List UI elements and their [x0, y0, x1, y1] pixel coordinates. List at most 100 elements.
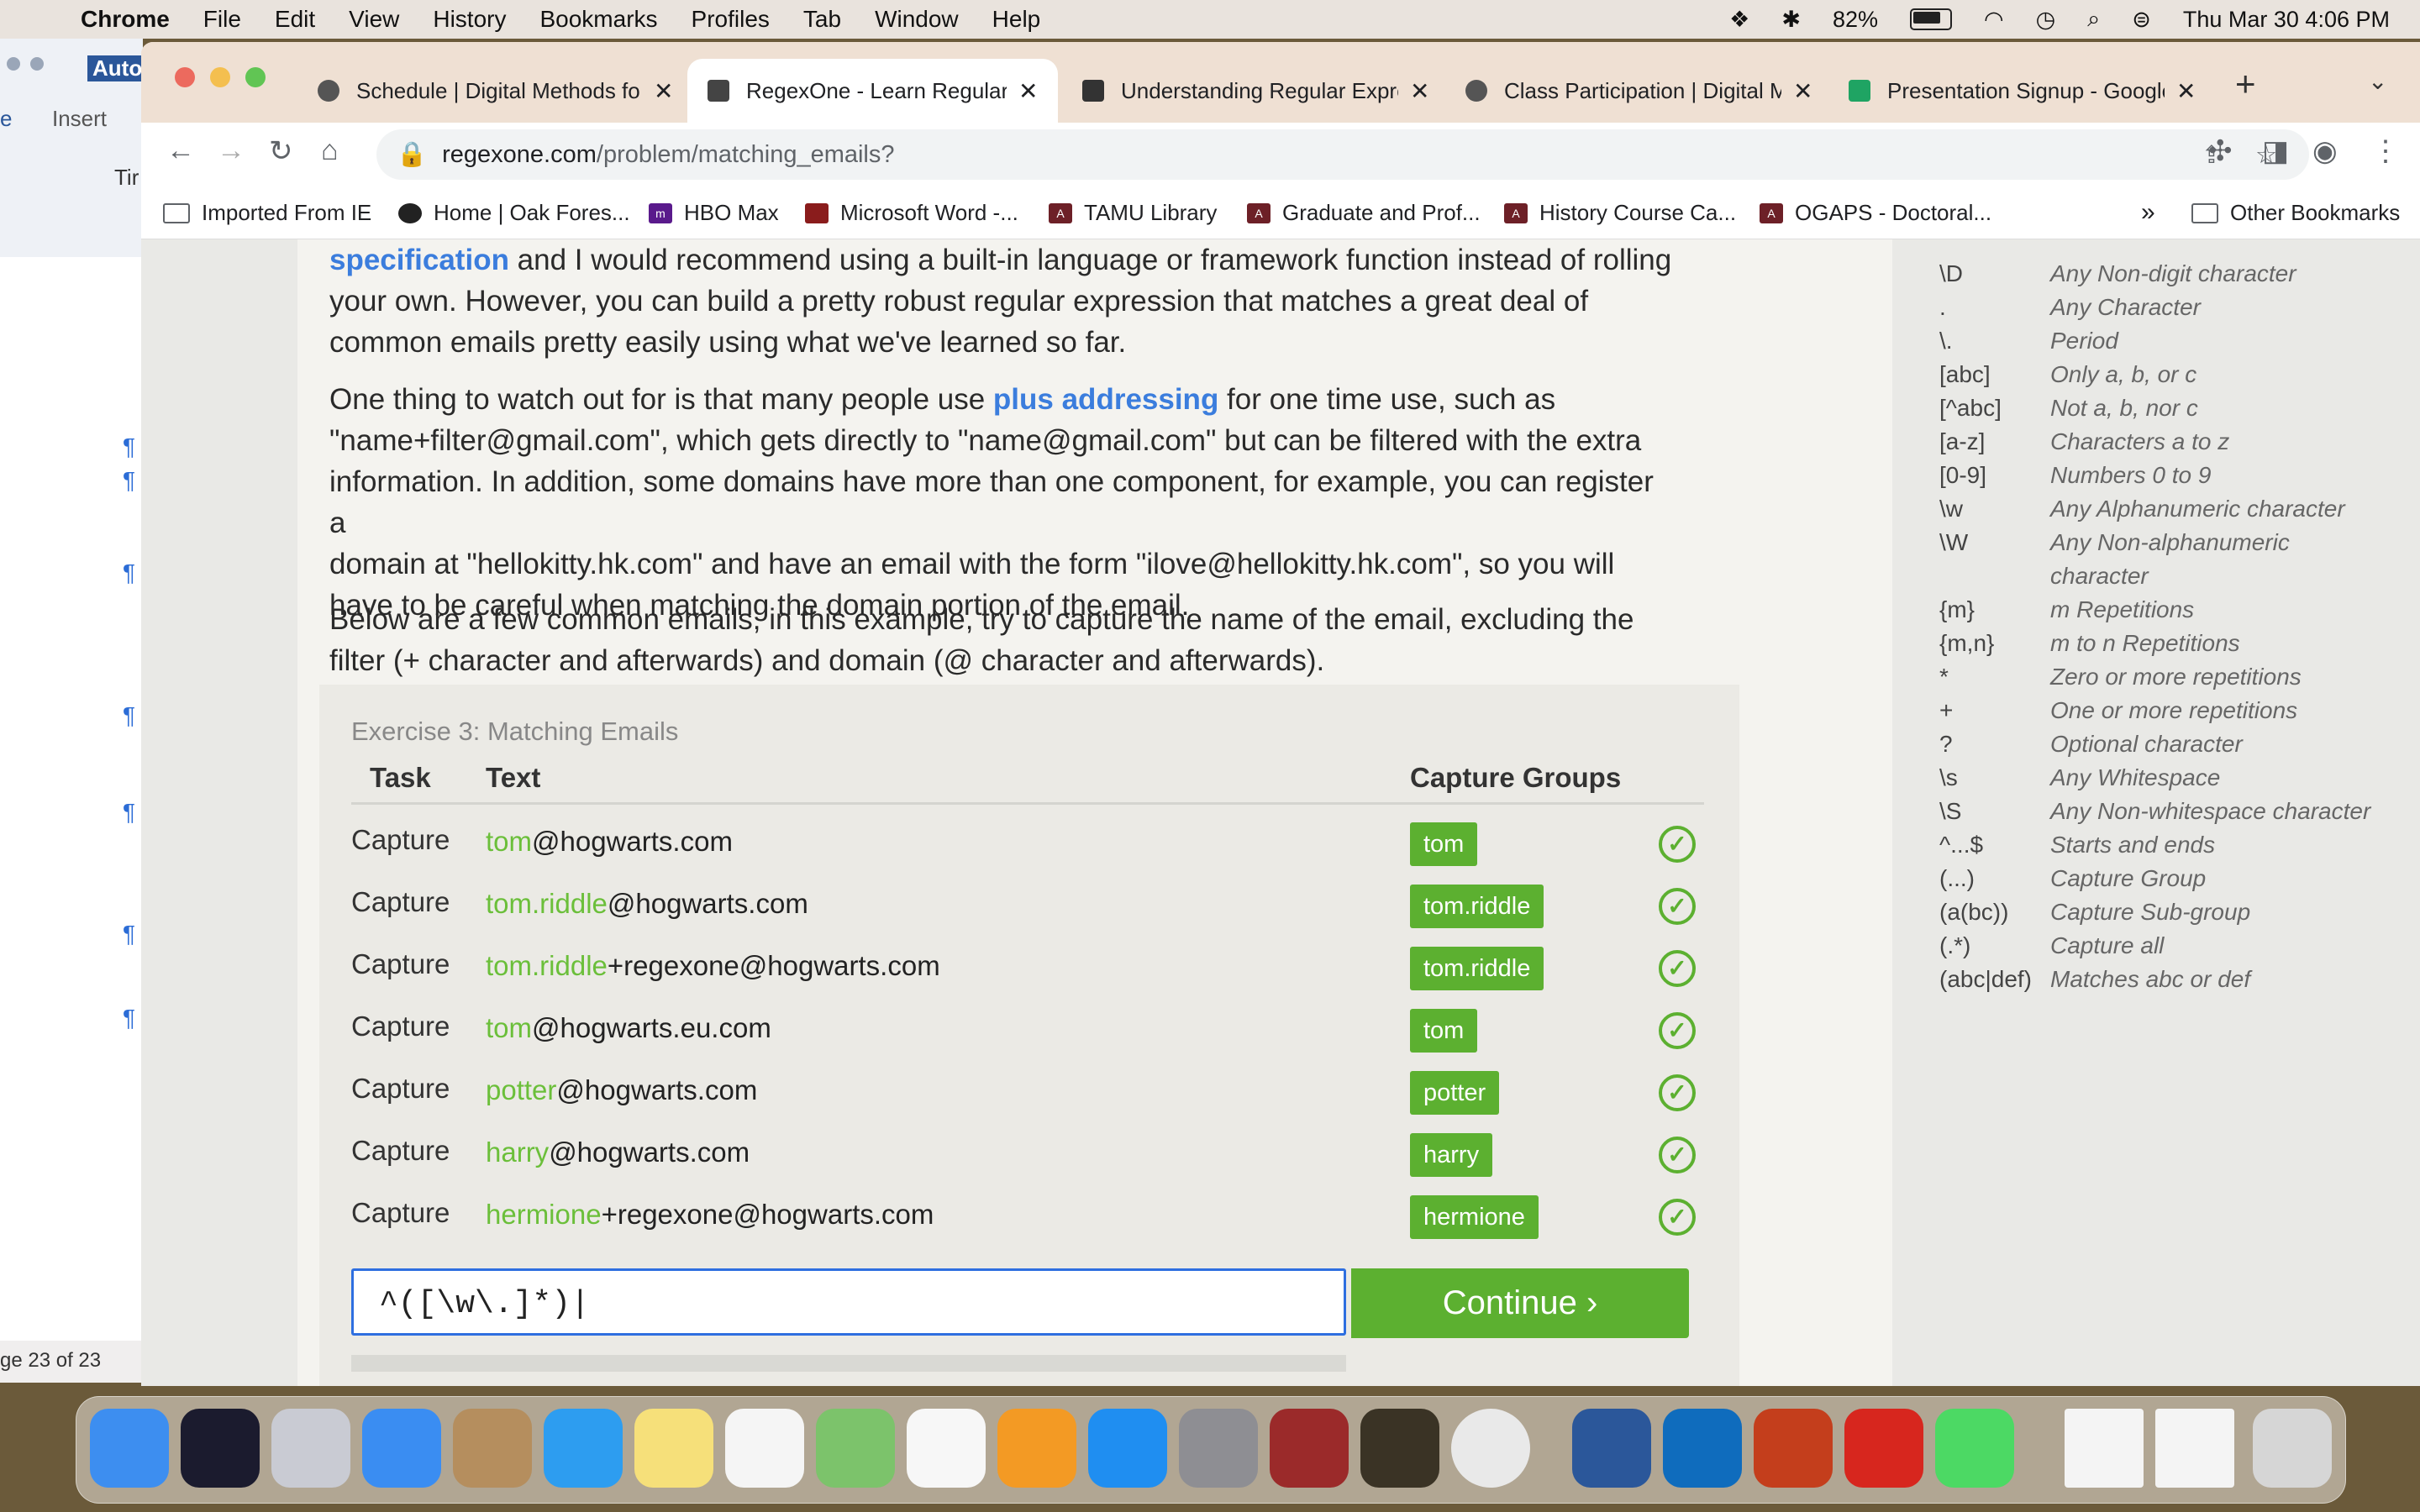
menu-bookmarks[interactable]: Bookmarks [539, 6, 657, 33]
close-tab-icon[interactable]: ✕ [1793, 77, 1812, 105]
specification-link[interactable]: specification [329, 244, 509, 276]
cheatsheet-token: ? [1939, 731, 1953, 757]
lock-icon[interactable]: 🔒 [397, 140, 427, 169]
app-store-icon[interactable] [1088, 1409, 1167, 1488]
more-bookmarks-chevron-icon[interactable]: » [2141, 198, 2155, 227]
battery-icon[interactable] [1910, 8, 1952, 30]
reload-icon[interactable]: ↻ [269, 134, 293, 168]
word-tab-partial[interactable]: e [0, 106, 12, 132]
acrobat-icon[interactable] [1844, 1409, 1923, 1488]
lesson-paragraph-2: One thing to watch out for is that many … [329, 379, 1674, 626]
close-tab-icon[interactable]: ✕ [1410, 77, 1429, 105]
books-icon[interactable] [997, 1409, 1076, 1488]
success-check-icon: ✓ [1659, 888, 1696, 925]
tab-presentation-signup[interactable]: Presentation Signup - Google ✕ [1849, 59, 2196, 123]
app-menu[interactable]: Chrome [81, 6, 170, 33]
window-close-button[interactable] [7, 57, 20, 71]
font-field[interactable]: Tir [114, 165, 139, 191]
maps-icon[interactable] [816, 1409, 895, 1488]
tab-title: Class Participation | Digital M [1504, 77, 1781, 103]
profile-avatar-icon[interactable]: ◉ [2312, 134, 2338, 168]
matched-text: hermione [486, 1199, 602, 1230]
pilcrow-mark: ¶ [123, 467, 136, 493]
tab-regexone[interactable]: RegexOne - Learn Regular Ex ✕ [687, 59, 1059, 123]
reminders-icon[interactable] [725, 1409, 804, 1488]
minimize-window-button[interactable] [210, 67, 230, 87]
contacts-icon[interactable] [453, 1409, 532, 1488]
finder-icon[interactable] [90, 1409, 169, 1488]
more-menu-icon[interactable]: ⋮ [2371, 134, 2400, 168]
new-tab-icon[interactable]: + [2235, 64, 2256, 104]
bookmark-oak-forest[interactable]: Home | Oak Fores... [398, 200, 630, 226]
bookmark-ogaps[interactable]: A OGAPS - Doctoral... [1760, 200, 1991, 226]
mail-icon[interactable] [362, 1409, 441, 1488]
exercise-row: Capture harry@hogwarts.com harry ✓ [351, 1130, 1704, 1192]
menu-history[interactable]: History [433, 6, 506, 33]
menu-window[interactable]: Window [875, 6, 959, 33]
side-panel-icon[interactable]: ◨ [2262, 134, 2289, 168]
tab-search-chevron-icon[interactable]: ⌄ [2368, 67, 2387, 95]
time-machine-icon[interactable]: ◷ [2036, 7, 2056, 33]
menu-help[interactable]: Help [992, 6, 1041, 33]
continue-button[interactable]: Continue › [1351, 1268, 1689, 1338]
close-tab-icon[interactable]: ✕ [654, 77, 673, 105]
notes-icon[interactable] [634, 1409, 713, 1488]
messages-icon[interactable] [1935, 1409, 2014, 1488]
document-icon[interactable] [2065, 1409, 2144, 1488]
solution-bar[interactable] [351, 1355, 1346, 1372]
word-tab-insert[interactable]: Insert [52, 106, 107, 132]
plus-addressing-link[interactable]: plus addressing [993, 383, 1218, 416]
document-icon[interactable] [2155, 1409, 2234, 1488]
dictionary-icon[interactable] [1270, 1409, 1349, 1488]
menu-file[interactable]: File [203, 6, 241, 33]
safari-icon[interactable] [544, 1409, 623, 1488]
trash-icon[interactable] [2253, 1409, 2332, 1488]
wifi-icon[interactable]: ◠ [1984, 7, 2004, 33]
matched-text: potter [486, 1074, 557, 1105]
zoom-window-button[interactable] [245, 67, 266, 87]
tab-understanding-regex[interactable]: Understanding Regular Expre ✕ [1082, 59, 1429, 123]
menu-profiles[interactable]: Profiles [692, 6, 770, 33]
cheatsheet-meaning: Any Character [2050, 294, 2201, 320]
word-icon[interactable] [1572, 1409, 1651, 1488]
photos-icon[interactable] [907, 1409, 986, 1488]
spotlight-icon[interactable]: ⌕ [2087, 6, 2100, 33]
bluetooth-icon[interactable]: ✱ [1781, 7, 1801, 33]
window-minimize-button[interactable] [30, 57, 44, 71]
chrome-icon[interactable] [1451, 1409, 1530, 1488]
menu-edit[interactable]: Edit [275, 6, 315, 33]
other-bookmarks[interactable]: Other Bookmarks [2191, 200, 2400, 226]
dropbox-icon[interactable]: ❖ [1729, 7, 1749, 33]
home-icon[interactable]: ⌂ [321, 134, 339, 167]
launchpad-icon[interactable] [271, 1409, 350, 1488]
bookmark-imported-from-ie[interactable]: Imported From IE [163, 200, 371, 226]
bookmark-history-course[interactable]: A History Course Ca... [1504, 200, 1736, 226]
forward-icon[interactable]: → [217, 134, 245, 167]
cheatsheet-token: ^...$ [1939, 832, 1984, 858]
bookmark-tamu-library[interactable]: A TAMU Library [1049, 200, 1217, 226]
system-settings-icon[interactable] [1179, 1409, 1258, 1488]
tab-class-participation[interactable]: Class Participation | Digital M ✕ [1465, 59, 1812, 123]
bookmark-graduate[interactable]: A Graduate and Prof... [1247, 200, 1481, 226]
tab-schedule[interactable]: Schedule | Digital Methods fo ✕ [318, 59, 673, 123]
menu-view[interactable]: View [349, 6, 399, 33]
medieval-ii-icon[interactable] [1360, 1409, 1439, 1488]
powerpoint-icon[interactable] [1754, 1409, 1833, 1488]
close-tab-icon[interactable]: ✕ [1018, 77, 1038, 105]
control-center-icon[interactable]: ⊜ [2132, 7, 2151, 33]
close-tab-icon[interactable]: ✕ [2176, 77, 2196, 105]
siri-icon[interactable] [181, 1409, 260, 1488]
lesson-text: and I would recommend using a built-in l… [508, 244, 1672, 276]
menu-tab[interactable]: Tab [803, 6, 841, 33]
back-icon[interactable]: ← [166, 134, 195, 167]
bookmark-hbo-max[interactable]: m HBO Max [649, 200, 779, 226]
outlook-icon[interactable] [1663, 1409, 1742, 1488]
row-task: Capture [351, 886, 450, 917]
close-window-button[interactable] [175, 67, 195, 87]
bookmark-microsoft-word[interactable]: Microsoft Word -... [805, 200, 1018, 226]
address-bar[interactable]: 🔒 regexone.com /problem/matching_emails?… [376, 129, 2309, 180]
clock[interactable]: Thu Mar 30 4:06 PM [2183, 7, 2390, 33]
regex-answer-input[interactable]: ^([\w\.]*)| [351, 1268, 1346, 1336]
extensions-icon[interactable]: ✣ [2208, 134, 2233, 168]
cheatsheet-token: * [1939, 664, 1949, 690]
